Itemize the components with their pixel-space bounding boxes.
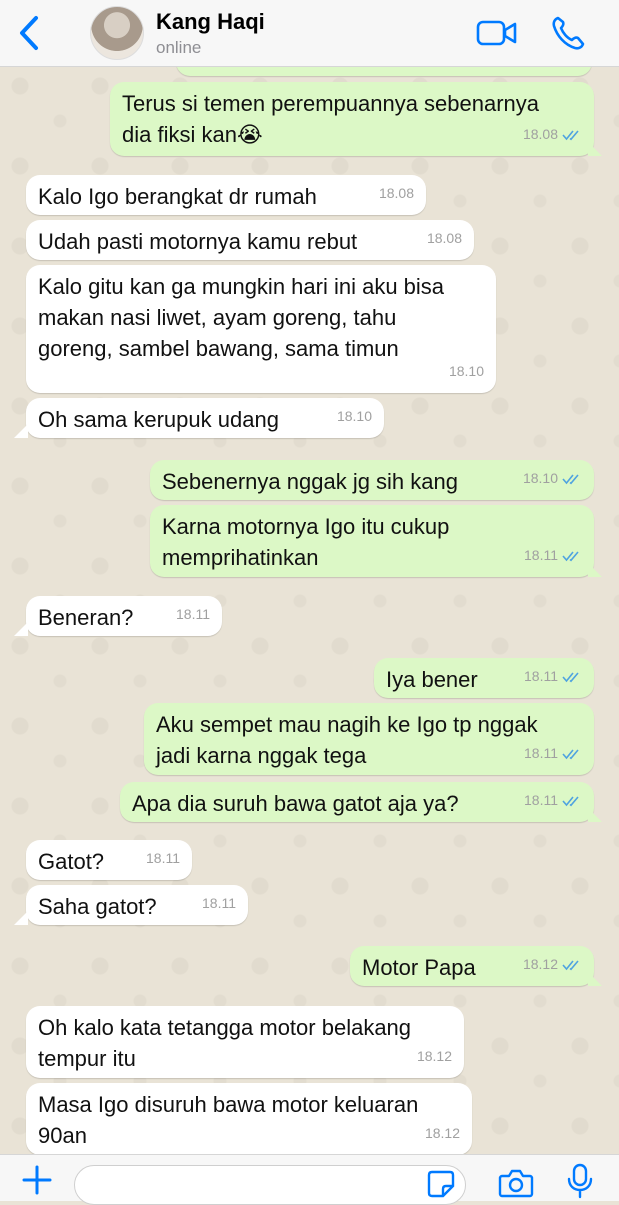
message-meta: 18.11 [524, 785, 582, 816]
message-meta: 18.11 [524, 738, 582, 769]
double-check-icon [562, 959, 579, 970]
chat-header: Kang Haqi online [0, 0, 619, 67]
message-text: Apa dia suruh bawa gatot aja ya? [132, 791, 459, 816]
bubble-tail [588, 563, 602, 577]
message-text: Karna motornya Igo itu cukup memprihatin… [162, 514, 450, 570]
message-bubble-outgoing[interactable]: Karna motornya Igo itu cukup memprihatin… [150, 505, 594, 577]
plus-icon[interactable] [20, 1163, 54, 1197]
message-bubble-outgoing[interactable]: Sebenernya nggak jg sih kang 18.10 [150, 460, 594, 500]
message-time: 18.11 [524, 668, 558, 684]
contact-name[interactable]: Kang Haqi [156, 9, 265, 35]
message-bubble-outgoing[interactable]: Motor Papa 18.12 [350, 946, 594, 986]
double-check-icon [562, 473, 579, 484]
double-check-icon [562, 129, 579, 140]
message-bubble-incoming[interactable]: Udah pasti motornya kamu rebut 18.08 [26, 220, 474, 260]
message-time: 18.08 [522, 126, 558, 142]
message-bubble-incoming[interactable]: Oh sama kerupuk udang 18.10 [26, 398, 384, 438]
message-meta: 18.11 [524, 661, 582, 692]
message-time: 18.11 [524, 792, 558, 808]
message-time: 18.08 [426, 230, 462, 246]
message-input[interactable] [74, 1165, 466, 1205]
double-check-icon [562, 748, 579, 759]
message-meta: 18.11 [146, 843, 180, 874]
message-time: 18.10 [336, 408, 372, 424]
message-time: 18.11 [146, 850, 180, 866]
message-meta: 18.08 [379, 178, 414, 209]
message-bubble-outgoing[interactable]: Aku sempet mau nagih ke Igo tp nggak jad… [144, 703, 594, 775]
microphone-icon[interactable] [566, 1163, 594, 1199]
sticker-icon[interactable] [426, 1169, 456, 1199]
message-meta: 18.10 [523, 463, 582, 494]
message-time: 18.12 [522, 956, 558, 972]
message-bubble-outgoing[interactable]: Terus si temen perempuannya sebenarnya d… [110, 82, 594, 156]
message-meta: 18.11 [524, 540, 582, 571]
message-meta: 18.10 [337, 401, 372, 432]
message-time: 18.12 [416, 1048, 452, 1064]
bubble-tail [588, 142, 602, 156]
message-text: Oh kalo kata tetangga motor belakang tem… [38, 1015, 412, 1071]
message-meta: 18.12 [523, 949, 582, 980]
message-bubble-incoming[interactable]: Kalo Igo berangkat dr rumah 18.08 [26, 175, 426, 215]
message-meta: 18.12 [425, 1118, 460, 1149]
contact-status: online [156, 38, 202, 57]
bubble-tail [14, 424, 28, 438]
message-text: Kalo Igo berangkat dr rumah [38, 184, 317, 209]
message-bubble-incoming[interactable]: Saha gatot? 18.11 [26, 885, 248, 925]
message-meta: 18.08 [427, 223, 462, 254]
message-meta: 18.12 [417, 1041, 452, 1072]
message-meta: 18.11 [202, 888, 236, 919]
message-time: 18.08 [378, 185, 414, 201]
message-text: Masa Igo disuruh bawa motor keluaran 90a… [38, 1092, 419, 1148]
video-call-icon[interactable] [476, 16, 518, 50]
phone-icon[interactable] [550, 14, 586, 52]
message-bubble-incoming[interactable]: Oh kalo kata tetangga motor belakang tem… [26, 1006, 464, 1078]
message-text: Terus si temen perempuannya sebenarnya d… [122, 91, 540, 147]
double-check-icon [562, 671, 579, 682]
message-text: Aku sempet mau nagih ke Igo tp nggak jad… [156, 712, 538, 768]
message-time: 18.11 [524, 547, 558, 563]
message-meta: 18.11 [176, 599, 210, 630]
message-meta: 18.10 [449, 356, 484, 387]
message-time: 18.12 [424, 1125, 460, 1141]
message-bubble-incoming[interactable]: Beneran? 18.11 [26, 596, 222, 636]
message-bubble-incoming[interactable]: Masa Igo disuruh bawa motor keluaran 90a… [26, 1083, 472, 1155]
message-meta: 18.08 [523, 119, 582, 150]
message-bubble-incoming[interactable]: Kalo gitu kan ga mungkin hari ini aku bi… [26, 265, 496, 393]
message-text: Sebenernya nggak jg sih kang [162, 469, 458, 494]
message-bubble-outgoing[interactable]: Apa dia suruh bawa gatot aja ya? 18.11 [120, 782, 594, 822]
message-list[interactable]: 18.08 Terus si temen perempuannya sebena… [0, 0, 619, 1155]
back-chevron-icon[interactable] [12, 14, 46, 52]
message-time: 18.10 [522, 470, 558, 486]
message-time: 18.11 [176, 606, 210, 622]
message-input-bar [0, 1154, 619, 1205]
message-bubble-incoming[interactable]: Gatot? 18.11 [26, 840, 192, 880]
avatar[interactable] [90, 6, 144, 60]
message-time: 18.11 [524, 745, 558, 761]
bubble-tail [588, 972, 602, 986]
double-check-icon [562, 550, 579, 561]
message-text: Kalo gitu kan ga mungkin hari ini aku bi… [38, 274, 445, 361]
bubble-tail [588, 808, 602, 822]
message-text: Udah pasti motornya kamu rebut [38, 229, 358, 254]
message-time: 18.11 [202, 895, 236, 911]
message-time: 18.10 [448, 363, 484, 379]
message-bubble-outgoing[interactable]: Iya bener 18.11 [374, 658, 594, 698]
double-check-icon [562, 795, 579, 806]
camera-icon[interactable] [498, 1167, 534, 1199]
message-text: Oh sama kerupuk udang [38, 407, 279, 432]
